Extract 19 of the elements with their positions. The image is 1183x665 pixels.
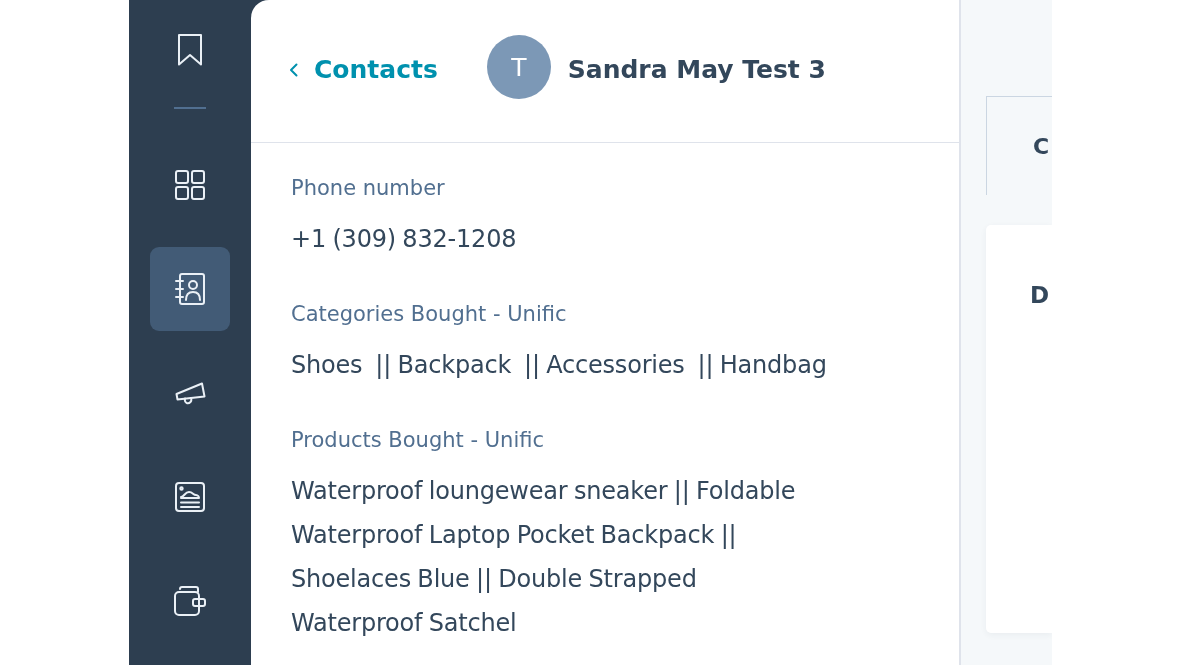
sidebar-item[interactable] [150,247,230,331]
property-label: Categories Bought - Unific [291,301,568,328]
bookmark-icon [178,34,202,66]
card-title: D [1030,281,1051,310]
back-link[interactable]: Contacts [289,54,438,86]
grid-icon [175,170,205,200]
wallet-icon [174,586,206,616]
property-label: Phone number [291,175,446,202]
contact-book-icon [175,273,205,305]
tab[interactable]: C [986,96,1052,195]
property-label: Products Bought - Unific [291,427,545,454]
megaphone-icon [174,381,206,405]
avatar: T [486,35,551,99]
chevron-left-icon [289,63,298,77]
contact-name: Sandra May Test 3 [567,54,826,86]
property-value: +1 (309) 832-1208 [291,224,518,255]
property-value: Waterproof loungewear sneaker || Foldable Waterproof Laptop Pocket Backpack || Shoelaces Blue || Double Strapped Waterproof Satchel [291,476,797,639]
property-value: Shoes || Backpack || Accessories || Handbag [291,350,828,381]
report-icon [175,482,205,512]
